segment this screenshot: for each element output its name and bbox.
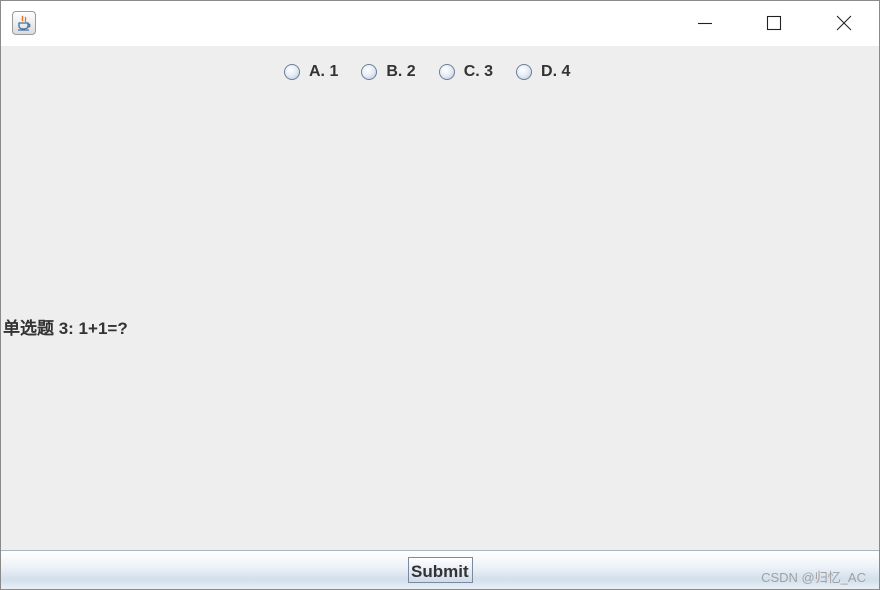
question-type: 单选题 [3, 319, 54, 339]
radio-button-icon[interactable] [516, 64, 533, 80]
option-label: C. 3 [463, 63, 494, 80]
minimize-icon [698, 22, 712, 25]
title-bar[interactable] [1, 1, 879, 46]
app-window: A. 1 B. 2 C. 3 D. 4 单选题 3: 1+1=? Submit … [0, 0, 880, 590]
option-c[interactable]: C. 3 [438, 63, 494, 81]
close-icon [836, 15, 852, 31]
option-d[interactable]: D. 4 [516, 63, 570, 81]
submit-button[interactable]: Submit [408, 557, 473, 583]
minimize-button[interactable] [676, 1, 734, 46]
maximize-icon [766, 15, 782, 31]
watermark-text: CSDN @归忆_AC [761, 570, 866, 585]
java-cup-icon[interactable] [12, 11, 36, 35]
radio-button-icon[interactable] [438, 64, 455, 80]
option-label: B. 2 [386, 63, 416, 80]
radio-button-icon[interactable] [361, 64, 378, 80]
option-label: D. 4 [541, 63, 571, 80]
option-b[interactable]: B. 2 [361, 63, 416, 81]
button-bar: Submit CSDN @归忆_AC [1, 550, 879, 589]
answer-options: A. 1 B. 2 C. 3 D. 4 [284, 61, 570, 83]
content-panel: A. 1 B. 2 C. 3 D. 4 单选题 3: 1+1=? [1, 46, 879, 550]
question-text: 3: 1+1=? [54, 319, 128, 338]
question-label: 单选题 3: 1+1=? [3, 314, 128, 339]
maximize-button[interactable] [745, 1, 803, 46]
option-label: A. 1 [309, 63, 339, 80]
close-button[interactable] [815, 1, 873, 46]
radio-button-icon[interactable] [284, 64, 300, 80]
option-a[interactable]: A. 1 [284, 63, 338, 81]
